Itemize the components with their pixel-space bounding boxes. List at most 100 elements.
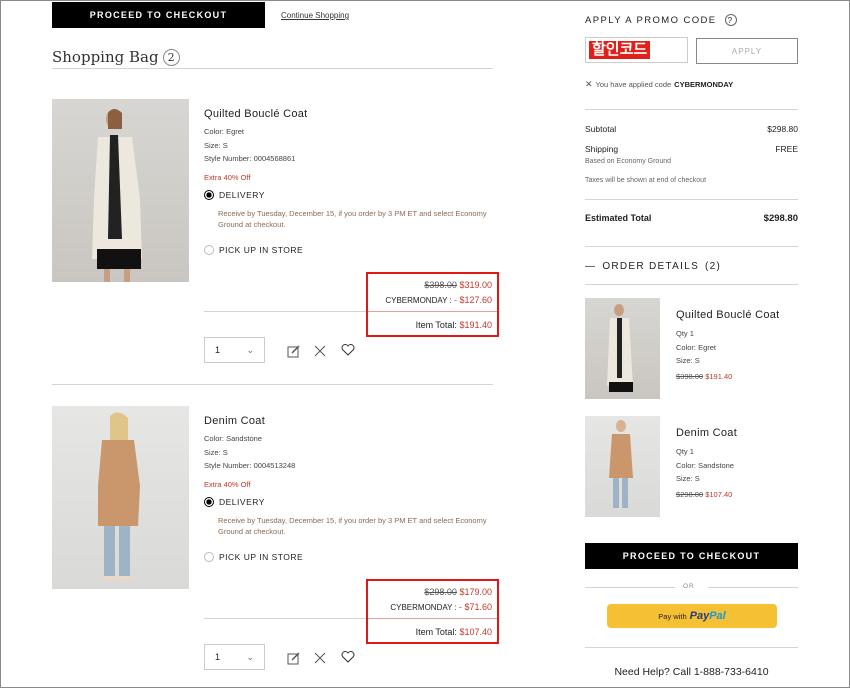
coat-photo-icon [92,109,142,282]
item-total: $191.40 [459,320,492,330]
shipping-note: Based on Economy Ground [585,158,671,165]
wishlist-heart-icon[interactable] [341,650,355,664]
item-total: $107.40 [459,627,492,637]
promo-heading: APPLY A PROMO CODE ? [585,14,737,26]
item-total-line: Item Total: $191.40 [372,320,492,330]
product-name[interactable]: Denim Coat [204,415,265,427]
order-item-sale: $107.40 [705,490,733,499]
divider [368,311,497,312]
remove-code-icon[interactable]: ✕ [585,79,593,90]
paypal-button[interactable]: Pay with PayPal [607,604,777,628]
chevron-down-icon: ⌄ [246,344,254,355]
divider [368,618,497,619]
delivery-option[interactable]: DELIVERY [204,190,265,200]
radio-selected-icon[interactable] [204,190,214,200]
edit-icon[interactable] [287,344,301,358]
discount-label: CYBERMONDAY : [385,296,452,305]
divider [52,384,493,385]
order-item-price: $298.00 $107.40 [676,490,732,499]
order-item-color: Color: Sandstone [676,460,734,470]
coat-photo-icon [98,412,140,581]
collapse-icon: — [585,261,597,272]
paypal-logo-pay: Pay [689,610,710,622]
order-details-toggle[interactable]: — ORDER DETAILS (2) [585,261,721,272]
promo-text: Extra 40% Off [204,173,251,182]
help-phone[interactable]: Need Help? Call 1-888-733-6410 [585,666,798,678]
product-image[interactable] [52,406,189,589]
order-item-size: Size: S [676,356,700,365]
promo-text: Extra 40% Off [204,480,251,489]
applied-code-text: You have applied code [595,80,672,89]
product-attributes: Color: Egret Size: S Style Number: 00045… [204,125,295,166]
paypal-prefix: Pay with [658,611,687,621]
order-details-heading: ORDER DETAILS [602,261,700,272]
promo-heading-text: APPLY A PROMO CODE [585,14,717,26]
order-item-color: Color: Egret [676,342,717,352]
divider [585,647,798,648]
quantity-select[interactable]: 1 ⌄ [204,644,265,670]
edit-icon[interactable] [287,651,301,665]
pickup-option[interactable]: PICK UP IN STORE [204,552,303,562]
apply-button[interactable]: APPLY [696,38,798,64]
subtotal-value: $298.80 [767,124,798,134]
remove-icon[interactable] [313,344,327,358]
order-item-orig: $298.00 [676,490,704,499]
product-image[interactable] [52,99,189,282]
delivery-note: Receive by Tuesday, December 15, if you … [218,516,487,536]
order-item-name: Denim Coat [676,427,738,439]
divider [585,246,798,247]
product-name[interactable]: Quilted Bouclé Coat [204,108,308,120]
continue-shopping-link[interactable]: Continue Shopping [281,11,349,20]
coat-shape [98,440,140,526]
original-price: $398.00 [424,280,457,290]
delivery-note: Receive by Tuesday, December 15, if you … [218,209,487,229]
remove-icon[interactable] [313,651,327,665]
order-item-name: Quilted Bouclé Coat [676,309,780,321]
delivery-label: DELIVERY [219,190,265,200]
top-checkout-button[interactable]: PROCEED TO CHECKOUT [52,2,265,28]
divider [585,284,798,285]
shipping-value: FREE [775,144,798,154]
order-item-attributes: Qty 1 Color: Sandstone Size: S [676,445,734,486]
product-size: Size: S [204,447,228,457]
page-title: Shopping Bag 2 [52,48,180,66]
order-item-qty: Qty 1 [676,329,694,338]
delivery-label: DELIVERY [219,497,265,507]
radio-selected-icon[interactable] [204,497,214,507]
paypal-logo-pal: Pal [709,610,726,622]
order-item-image [585,416,660,517]
order-item-orig: $398.00 [676,372,704,381]
wishlist-heart-icon[interactable] [341,343,355,357]
divider [708,587,798,588]
taxes-note: Taxes will be shown at end of checkout [585,177,707,184]
quantity-select[interactable]: 1 ⌄ [204,337,265,363]
delivery-option[interactable]: DELIVERY [204,497,265,507]
product-style: Style Number: 0004513248 [204,461,296,470]
sale-price: $179.00 [459,587,492,597]
order-item-sale: $191.40 [705,372,733,381]
radio-icon[interactable] [204,552,214,562]
proceed-to-checkout-button[interactable]: PROCEED TO CHECKOUT [585,543,798,569]
quantity-value: 1 [215,652,221,662]
paypal-logo-icon: PayPal [690,610,726,622]
promo-input[interactable]: 할인코드 [585,37,688,63]
divider [204,311,366,312]
order-details-count: (2) [705,261,722,272]
divider [204,618,366,619]
order-item-qty: Qty 1 [676,447,694,456]
estimated-total-label: Estimated Total [585,213,652,223]
help-icon[interactable]: ? [724,14,737,26]
subtotal-label: Subtotal [585,124,617,134]
pickup-option[interactable]: PICK UP IN STORE [204,245,303,255]
divider [585,109,798,110]
promo-input-value: 할인코드 [589,41,651,59]
item-total-label: Item Total: [415,627,457,637]
coat-photo-icon [607,304,633,392]
item-total-label: Item Total: [415,320,457,330]
radio-icon[interactable] [204,245,214,255]
price-line: $298.00 $179.00 [372,587,492,597]
pickup-label: PICK UP IN STORE [219,245,304,255]
order-item-price: $398.00 $191.40 [676,372,732,381]
bag-count-badge: 2 [162,48,180,66]
sale-price: $319.00 [459,280,492,290]
